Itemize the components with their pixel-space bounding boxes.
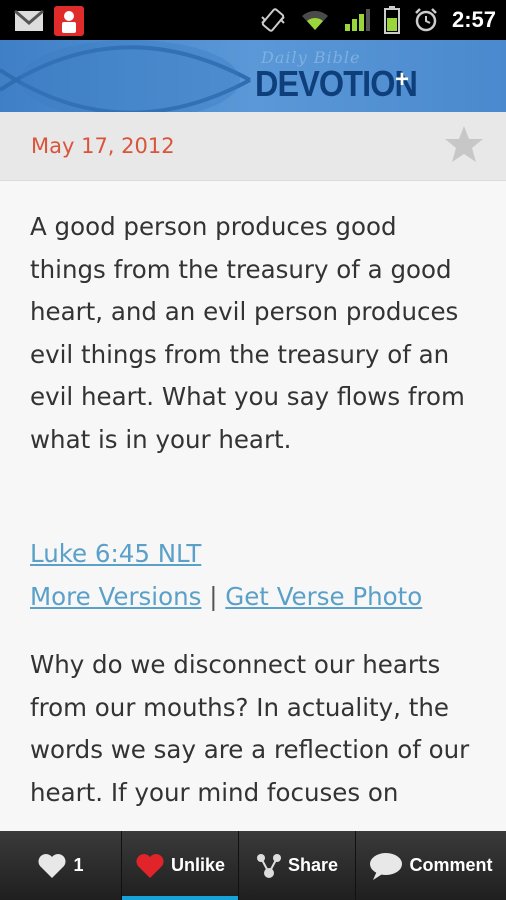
share-button[interactable]: Share (239, 831, 356, 900)
unlike-label: Unlike (170, 855, 226, 875)
vibrate-icon (261, 8, 285, 32)
verse-links: Luke 6:45 NLT More Versions | Get Verse … (30, 533, 422, 618)
devotion-date: May 17, 2012 (31, 134, 175, 158)
bottom-action-bar: 1 Unlike Share Comment (0, 831, 506, 900)
battery-icon (383, 6, 400, 34)
link-separator: | (209, 581, 218, 611)
star-icon[interactable] (444, 124, 484, 164)
more-versions-link[interactable]: More Versions (30, 582, 201, 611)
comment-button[interactable]: Comment (356, 831, 506, 900)
share-label: Share (287, 855, 339, 875)
share-icon (256, 853, 281, 878)
status-bar: 2:57 (0, 0, 506, 40)
brand-title: DEVOTION (255, 63, 418, 104)
devotion-text: Why do we disconnect our hearts from our… (30, 650, 470, 807)
signal-icon (344, 9, 370, 31)
active-tab-indicator (122, 896, 238, 900)
verse-reference-link[interactable]: Luke 6:45 NLT (30, 539, 201, 568)
devotion-content: A good person produces good things from … (0, 181, 506, 831)
clock-time: 2:57 (451, 7, 496, 32)
wifi-icon (301, 10, 328, 30)
get-verse-photo-link[interactable]: Get Verse Photo (225, 582, 422, 611)
heart-outline-icon (38, 853, 66, 878)
brand-plus: + (395, 66, 410, 93)
like-count: 1 (73, 855, 84, 875)
notification-app-icon (54, 6, 84, 36)
comment-label: Comment (409, 855, 493, 875)
unlike-button[interactable]: Unlike (122, 831, 239, 900)
gmail-icon (14, 9, 44, 31)
ichthys-logo-icon (0, 40, 251, 112)
speech-bubble-icon (370, 852, 403, 880)
verse-text: A good person produces good things from … (30, 212, 465, 454)
heart-icon (136, 853, 164, 878)
like-count-button[interactable]: 1 (0, 831, 122, 900)
brand-logo: Daily Bible DEVOTION + (255, 48, 435, 104)
app-header: Daily Bible DEVOTION + (0, 40, 506, 112)
date-bar: May 17, 2012 (0, 112, 506, 181)
alarm-icon (415, 8, 437, 32)
